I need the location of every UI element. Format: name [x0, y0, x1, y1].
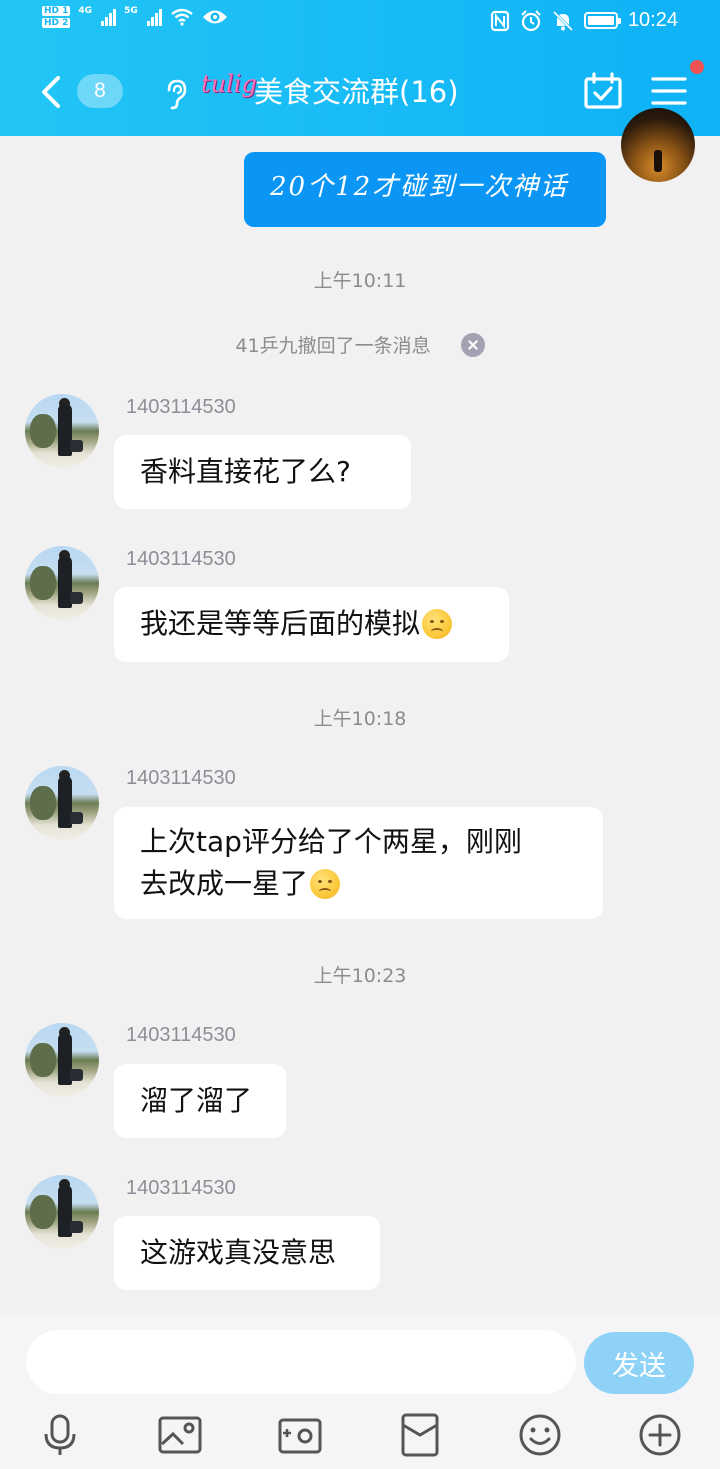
status-time: 10:24 [627, 9, 678, 31]
signal-icon [101, 8, 117, 26]
battery-icon [583, 12, 621, 29]
message-text: 溜了溜了 [140, 1084, 253, 1117]
timestamp-2: 上午10:18 [313, 708, 407, 730]
close-icon[interactable] [460, 332, 485, 357]
pleading-emoji-icon [422, 609, 453, 639]
timestamp-3: 上午10:23 [313, 965, 407, 987]
sender-avatar[interactable] [25, 546, 99, 620]
back-chevron-icon[interactable] [36, 74, 68, 110]
notification-dot [690, 60, 704, 74]
message-input[interactable] [26, 1330, 576, 1394]
image-icon[interactable] [157, 1412, 203, 1458]
wifi-icon [170, 8, 193, 26]
unread-count-badge[interactable]: 8 [77, 74, 123, 108]
calendar-check-icon[interactable] [583, 72, 623, 110]
send-button[interactable]: 发送 [584, 1332, 694, 1394]
mute-bell-icon [552, 10, 573, 31]
message-bubble[interactable]: 上次tap评分给了个两星，刚刚 去改成一星了 [114, 807, 603, 919]
message-text-line-2: 去改成一星了 [140, 867, 309, 900]
sender-avatar[interactable] [25, 766, 99, 840]
sender-avatar[interactable] [25, 1023, 99, 1097]
recall-notice-text: 41乒九撤回了一条消息 [235, 335, 431, 357]
group-title[interactable]: 美食交流群(16) [254, 72, 459, 112]
plus-icon[interactable] [637, 1412, 683, 1458]
hd2-label: HD 2 [42, 18, 71, 28]
message-text: 香料直接花了么? [140, 455, 351, 488]
sender-avatar[interactable] [25, 1175, 99, 1249]
recall-notice: 41乒九撤回了一条消息 [0, 331, 720, 358]
camera-icon[interactable] [277, 1412, 323, 1458]
status-bar-left: HD 1 HD 2 4G 5G [42, 6, 228, 28]
emoji-icon[interactable] [517, 1412, 563, 1458]
chat-header: HD 1 HD 2 4G 5G 10:24 8 tulig 美食交流群(16) [0, 0, 720, 136]
red-packet-icon[interactable] [397, 1412, 443, 1458]
message-bubble[interactable]: 我还是等等后面的模拟 [114, 587, 509, 662]
ear-icon[interactable] [163, 78, 189, 110]
sig1-label: 4G [78, 6, 93, 16]
sender-name: 1403114530 [126, 396, 236, 418]
my-message-bubble[interactable]: 20个12才碰到一次神话 [244, 152, 606, 227]
my-avatar[interactable] [621, 108, 695, 182]
sig2-label: 5G [124, 6, 138, 16]
sender-avatar[interactable] [25, 394, 99, 468]
menu-icon[interactable] [651, 76, 687, 106]
message-bubble[interactable]: 香料直接花了么? [114, 435, 411, 509]
hd-indicators: HD 1 HD 2 [42, 6, 71, 28]
sender-name: 1403114530 [126, 1024, 236, 1046]
message-bubble[interactable]: 溜了溜了 [114, 1064, 286, 1138]
message-text-line-2-wrap: 去改成一星了 [140, 863, 577, 905]
alarm-icon [521, 9, 541, 31]
message-text: 我还是等等后面的模拟 [140, 607, 421, 640]
nfc-icon [490, 10, 510, 31]
hd1-label: HD 1 [42, 6, 71, 16]
message-text-line-1: 上次tap评分给了个两星，刚刚 [140, 825, 522, 858]
pleading-emoji-icon [310, 869, 341, 899]
sender-name: 1403114530 [126, 548, 236, 570]
status-bar: HD 1 HD 2 4G 5G 10:24 [0, 0, 720, 46]
eye-icon [202, 10, 227, 24]
message-bubble[interactable]: 这游戏真没意思 [114, 1216, 380, 1290]
sender-name: 1403114530 [126, 1177, 236, 1199]
message-text: 这游戏真没意思 [140, 1236, 337, 1269]
timestamp-1: 上午10:11 [313, 270, 407, 292]
microphone-icon[interactable] [37, 1412, 83, 1458]
signal-icon-2 [146, 8, 162, 26]
status-bar-right: 10:24 [490, 9, 678, 32]
sender-name: 1403114530 [126, 767, 236, 789]
input-bar: 发送 [0, 1316, 720, 1469]
group-logo: tulig [201, 70, 257, 98]
